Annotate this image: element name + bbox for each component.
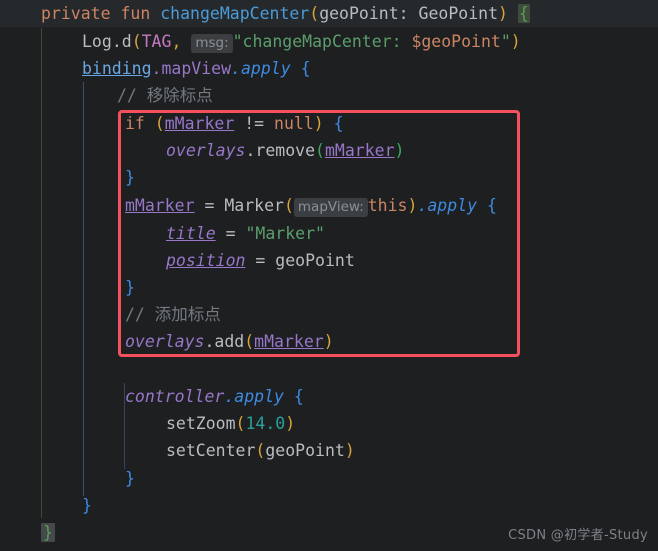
- token-paren-open: (: [244, 332, 255, 351]
- token-string-marker: "Marker": [245, 224, 325, 243]
- token-mmarker-field: mMarker: [125, 196, 195, 215]
- code-line-12[interactable]: // 添加标点: [0, 301, 658, 328]
- token-param-name: geoPoint: [319, 4, 399, 23]
- token-log-class: Log: [82, 32, 112, 51]
- token-paren-close: ): [510, 32, 521, 51]
- token-brace-close: }: [125, 469, 135, 488]
- token-paren-close: ): [313, 114, 324, 133]
- token-paren-close: ): [394, 141, 405, 160]
- token-mmarker-field: mMarker: [324, 141, 395, 160]
- token-comment-remove-marker: // 移除标点: [117, 86, 213, 105]
- token-assign: =: [245, 251, 276, 270]
- token-keyword-private: private: [41, 4, 111, 23]
- token-paren-open: (: [131, 32, 142, 51]
- token-keyword-null: null: [274, 114, 314, 133]
- token-binding-ref: binding: [82, 59, 152, 78]
- token-setcenter-call: setCenter: [166, 441, 256, 460]
- token-paren-open: (: [144, 114, 165, 133]
- token-overlays-prop: overlays: [125, 332, 205, 351]
- token-mmarker-field: mMarker: [164, 114, 235, 133]
- token-brace-close: }: [82, 496, 92, 515]
- token-mapview-prop: .mapView: [151, 59, 232, 78]
- code-editor[interactable]: private fun changeMapCenter(geoPoint: Ge…: [0, 0, 658, 551]
- code-line-19[interactable]: }: [0, 492, 658, 519]
- token-brace-close-highlighted: }: [41, 523, 55, 542]
- code-line-6[interactable]: overlays.remove(mMarker): [0, 137, 658, 164]
- inlay-hint-msg[interactable]: msg:: [191, 34, 233, 53]
- token-geopoint-arg: geoPoint: [265, 441, 345, 460]
- token-function-name: changeMapCenter: [160, 4, 310, 23]
- token-position-prop: position: [166, 251, 246, 270]
- code-line-5[interactable]: if (mMarker != null) {: [0, 110, 658, 137]
- token-apply-call: .apply: [231, 59, 291, 78]
- watermark-text: CSDN @初学者-Study: [508, 528, 648, 543]
- token-mmarker-field: mMarker: [254, 332, 324, 351]
- code-line-14-blank[interactable]: [0, 356, 658, 383]
- token-brace-close: }: [125, 168, 135, 187]
- code-line-18[interactable]: }: [0, 465, 658, 492]
- token-tag-const: TAG: [141, 32, 172, 51]
- code-line-17[interactable]: setCenter(geoPoint): [0, 437, 658, 464]
- token-comma: ,: [171, 32, 192, 51]
- token-brace-open: {: [290, 59, 311, 78]
- token-paren-open: (: [315, 141, 325, 160]
- token-brace-open: {: [283, 387, 304, 406]
- token-brace-close: }: [125, 278, 135, 297]
- code-line-16[interactable]: setZoom(14.0): [0, 410, 658, 437]
- code-line-11[interactable]: }: [0, 274, 658, 301]
- token-geopoint-value: geoPoint: [275, 251, 355, 270]
- token-remove-method: .remove: [245, 141, 316, 160]
- code-line-2[interactable]: Log.d(TAG, msg: "changeMapCenter: $geoPoi…: [0, 28, 658, 55]
- token-not-equals: !=: [234, 114, 275, 133]
- token-paren-open: (: [309, 4, 320, 23]
- token-comment-add-marker: // 添加标点: [125, 305, 221, 324]
- token-overlays-prop: overlays: [166, 141, 246, 160]
- token-keyword-fun: fun: [120, 4, 151, 23]
- token-paren-open: (: [255, 441, 266, 460]
- token-paren-close: ): [498, 4, 508, 23]
- token-paren-close: ): [285, 414, 296, 433]
- token-string-start: "changeMapCenter:: [232, 32, 412, 51]
- token-setzoom-call: setZoom: [166, 414, 236, 433]
- code-line-9[interactable]: title = "Marker": [0, 220, 658, 247]
- token-title-prop: title: [166, 224, 216, 243]
- code-line-3[interactable]: binding.mapView.apply {: [0, 55, 658, 82]
- code-line-1[interactable]: private fun changeMapCenter(geoPoint: Ge…: [0, 0, 658, 27]
- token-param-type: GeoPoint: [418, 4, 499, 23]
- token-assign: =: [215, 224, 246, 243]
- token-add-method: .add: [204, 332, 245, 351]
- token-assign: =: [194, 196, 225, 215]
- token-brace-open: {: [477, 196, 497, 215]
- token-brace-open-highlighted: {: [517, 4, 530, 23]
- code-line-10[interactable]: position = geoPoint: [0, 247, 658, 274]
- token-marker-class: Marker: [224, 196, 284, 215]
- code-line-15[interactable]: controller.apply {: [0, 383, 658, 410]
- token-number-zoom-level: 14.0: [245, 414, 286, 433]
- token-keyword-this: this: [367, 196, 408, 215]
- inlay-hint-mapview[interactable]: mapView:: [293, 198, 368, 217]
- token-controller-prop: controller: [125, 387, 225, 406]
- token-keyword-if: if: [125, 114, 145, 133]
- token-string-end: ": [500, 32, 511, 51]
- token-paren-close: ): [344, 441, 355, 460]
- token-colon: :: [398, 4, 419, 23]
- code-line-8[interactable]: mMarker = Marker(mapView: this).apply {: [0, 192, 658, 219]
- code-line-21-clipped[interactable]: }: [0, 546, 658, 551]
- code-line-13[interactable]: overlays.add(mMarker): [0, 328, 658, 355]
- token-string-template-ref: $geoPoint: [411, 32, 501, 51]
- code-line-4[interactable]: // 移除标点: [0, 82, 658, 109]
- token-paren-open: (: [235, 414, 246, 433]
- code-line-7[interactable]: }: [0, 164, 658, 191]
- token-paren-open: (: [283, 196, 294, 215]
- token-apply-call: .apply: [417, 196, 478, 215]
- token-paren-close: ): [323, 332, 334, 351]
- token-brace-open: {: [323, 114, 344, 133]
- token-apply-call: .apply: [224, 387, 284, 406]
- token-paren-close: ): [407, 196, 418, 215]
- token-log-method: .d: [111, 32, 132, 51]
